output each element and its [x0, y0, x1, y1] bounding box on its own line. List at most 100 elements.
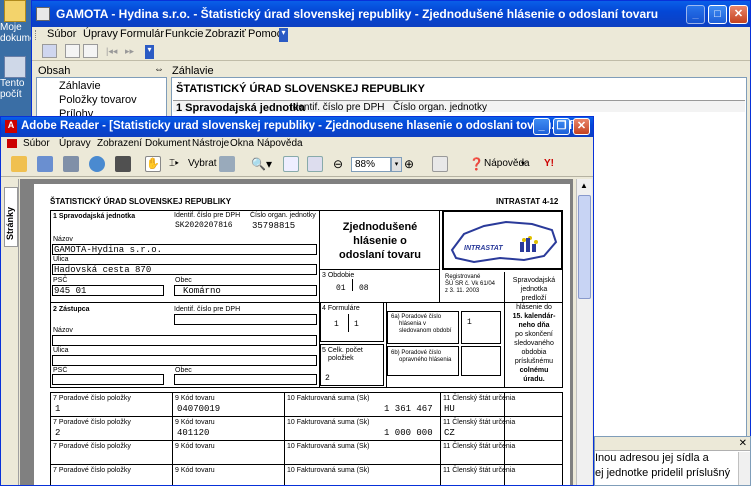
menu-zobrazit[interactable]: Zobraziť	[205, 28, 246, 40]
col-label: 7 Poradové číslo položky	[53, 419, 131, 426]
help-scrollbar[interactable]	[738, 452, 750, 485]
menu-subor[interactable]: Súbor	[47, 28, 76, 40]
adobe-titlebar[interactable]: A Adobe Reader - [Statisticky urad slove…	[1, 117, 593, 137]
zoom-out-icon[interactable]: ⊖	[333, 155, 343, 173]
fit-width-icon[interactable]	[307, 156, 323, 172]
help-panel: ✕ Inou adresou jej sídla a ej jednotke p…	[594, 436, 751, 486]
forms-b: 1	[354, 320, 359, 329]
pin-icon[interactable]: ⇔	[154, 64, 164, 75]
menu-upravy[interactable]: Úpravy	[59, 138, 91, 149]
minimize-button[interactable]: _	[533, 118, 550, 135]
select-tool-icon[interactable]: ⌶▸	[169, 155, 179, 173]
logo-text: INTRASTAT	[464, 245, 503, 252]
help-dropdown-icon[interactable]: ▾	[521, 155, 525, 173]
open-icon[interactable]	[11, 156, 27, 172]
gamota-menubar: Súbor Úpravy Formulár Funkcie Zobraziť P…	[32, 27, 750, 43]
menu-nastroje[interactable]: Nástroje	[192, 138, 229, 149]
name-field[interactable]: GAMOTA-Hydina s.r.o.	[52, 244, 317, 255]
note-line: jednotka	[520, 286, 548, 293]
preview-icon[interactable]	[65, 44, 80, 58]
menu-soubor[interactable]: Súbor	[23, 138, 50, 149]
menu-formular[interactable]: Formulár	[120, 28, 164, 40]
dic2-field[interactable]	[174, 314, 317, 325]
city-field[interactable]: Komárno	[174, 285, 317, 296]
restore-button[interactable]: ❐	[553, 118, 570, 135]
close-button[interactable]: ✕	[729, 5, 748, 24]
menu-okna[interactable]: Okna	[230, 138, 254, 149]
help-icon[interactable]: ❓	[469, 155, 484, 173]
tree-item-polozky[interactable]: Položky tovarov	[59, 94, 137, 106]
street-value: Hadovská cesta 870	[54, 265, 152, 275]
yahoo-toolbar-icon[interactable]: Y!	[544, 155, 554, 173]
help-text-line: Inou adresou jej sídla a	[595, 452, 709, 464]
note-line: predloží	[521, 295, 547, 302]
row-label: Identif. číslo pre DPH	[290, 102, 385, 113]
close-button[interactable]: ✕	[573, 118, 590, 135]
name-value: GAMOTA-Hydina s.r.o.	[54, 245, 163, 255]
city2-field[interactable]	[174, 374, 317, 385]
menu-dokument[interactable]: Dokument	[145, 138, 191, 149]
vertical-scrollbar[interactable]: ▲	[576, 179, 592, 485]
menu-upravy[interactable]: Úpravy	[83, 28, 118, 40]
maximize-button[interactable]: □	[708, 5, 727, 24]
note-line: obdobia	[521, 349, 547, 356]
nav-next-icon[interactable]: ▸▸	[125, 46, 134, 57]
zoom-in-icon[interactable]: ⊕	[404, 155, 414, 173]
grip-icon	[35, 30, 38, 40]
menu-pomoc[interactable]: Pomoc	[248, 28, 282, 40]
seq-a-field[interactable]: 1	[461, 311, 501, 344]
scroll-thumb[interactable]	[578, 195, 591, 299]
actual-size-icon[interactable]	[283, 156, 299, 172]
scroll-up-icon[interactable]: ▲	[580, 181, 588, 190]
toolbar-options-icon[interactable]: ▾	[279, 28, 288, 42]
items-label: 5 Celk. počet položiek	[322, 347, 363, 363]
left-panel-header: Obsah	[38, 65, 71, 77]
name-label: Názov	[53, 236, 73, 243]
tree-item-zahlavie[interactable]: Záhlavie	[59, 80, 101, 92]
row-label: 1 Spravodajská jednotka	[176, 102, 305, 114]
seq-b-field[interactable]	[461, 346, 501, 376]
items-value: 2	[325, 374, 330, 383]
close-icon[interactable]: ✕	[739, 438, 747, 449]
nav-first-icon[interactable]: |◂◂	[106, 46, 117, 57]
seq-line: hlásenia v	[399, 321, 427, 327]
row2-amount: 1 000 000	[384, 428, 433, 438]
pages-tab[interactable]: Stránky	[4, 187, 18, 247]
page-options-icon[interactable]	[432, 156, 448, 172]
app-icon	[36, 7, 50, 21]
search-binoculars-icon[interactable]	[115, 156, 131, 172]
sec2-label: 2 Zástupca	[53, 306, 90, 313]
row1-code: 04070019	[177, 404, 221, 414]
print-icon[interactable]	[63, 156, 79, 172]
minimize-button[interactable]: _	[686, 5, 705, 24]
menu-napoveda[interactable]: Nápověda	[257, 138, 303, 149]
forms-label: 4 Formuláre	[322, 305, 360, 312]
save-icon[interactable]	[37, 156, 53, 172]
row2-number: 2	[55, 428, 61, 438]
select-tool-label[interactable]: Vybrat	[188, 155, 217, 173]
snapshot-icon[interactable]	[219, 156, 235, 172]
street-field[interactable]: Hadovská cesta 870	[52, 264, 317, 275]
toolbar-options-icon[interactable]: ▾	[145, 45, 154, 59]
menu-funkcie[interactable]: Funkcie	[165, 28, 204, 40]
dic2-label: Identif. číslo pre DPH	[174, 306, 241, 313]
gamota-titlebar[interactable]: GAMOTA - Hydina s.r.o. - Štatistický úra…	[32, 1, 750, 27]
save-icon[interactable]	[42, 44, 57, 58]
note-line: sledovaného	[514, 340, 554, 347]
zoom-input[interactable]: 88%	[351, 157, 391, 172]
psc2-field[interactable]	[52, 374, 164, 385]
right-panel-header: Záhlavie	[172, 65, 214, 77]
zoom-dropdown-icon[interactable]: ▾	[391, 157, 402, 172]
name2-field[interactable]	[52, 335, 317, 346]
street2-field[interactable]	[52, 355, 317, 366]
note-line: príslušnému	[514, 358, 554, 365]
zoom-in-tool-icon[interactable]: 🔍▾	[251, 155, 272, 173]
note-line: 15. kalendár-	[512, 313, 556, 320]
psc-field[interactable]: 945 01	[52, 285, 164, 296]
email-icon[interactable]	[89, 156, 105, 172]
print-icon[interactable]	[83, 44, 98, 58]
menu-zobrazeni[interactable]: Zobrazení	[97, 138, 142, 149]
seq-a-label: 6a) Poradové číslo hlásenia v sledovanom o…	[391, 314, 451, 335]
note-line: po skončení	[515, 331, 553, 338]
hand-tool-icon[interactable]: ✋	[145, 156, 161, 172]
